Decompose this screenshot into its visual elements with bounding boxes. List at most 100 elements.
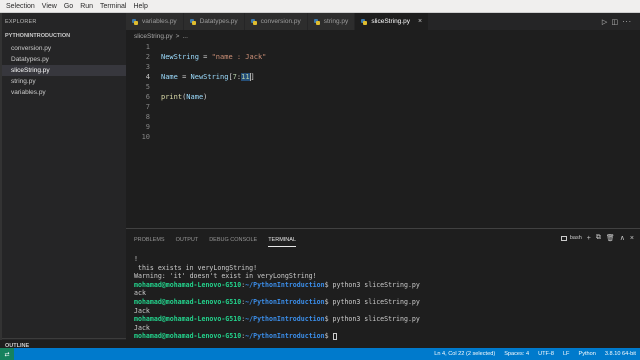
- code-line: 1: [126, 42, 640, 52]
- code-line: 5: [126, 82, 640, 92]
- token-variable: NewString: [161, 53, 199, 61]
- tab-label: Datatypes.py: [199, 18, 238, 25]
- breadcrumb-symbol[interactable]: ...: [182, 33, 187, 40]
- tab-string[interactable]: string.py: [307, 13, 356, 30]
- status-items: Ln 4, Col 22 (2 selected) Spaces: 4 UTF-…: [425, 351, 640, 357]
- line-number: 5: [145, 83, 150, 91]
- python-file-icon: [132, 18, 138, 25]
- tab-terminal[interactable]: TERMINAL: [268, 233, 296, 247]
- panel-actions: bash + ⧉ 🗑 ∧ ×: [560, 234, 634, 242]
- terminal-output-line: Warning: 'it' doesn't exist in veryLongS…: [134, 272, 317, 281]
- token-function: print: [161, 93, 183, 101]
- tab-debug-console[interactable]: DEBUG CONSOLE: [209, 233, 257, 247]
- prompt-path: ~/PythonIntroduction: [245, 280, 325, 289]
- python-file-icon: [250, 18, 257, 25]
- maximize-panel-icon[interactable]: ∧: [620, 234, 625, 242]
- prompt-user: mohamad@mohamad-Lenovo-G510: [134, 332, 242, 341]
- python-interpreter[interactable]: 3.8.10 64-bit: [605, 351, 636, 357]
- token-variable: Name: [161, 73, 178, 81]
- terminal-cursor: [332, 332, 337, 340]
- terminal-command-line: mohamad@mohamad-Lenovo-G510:~/PythonIntr…: [134, 315, 634, 324]
- command-text: python3 sliceString.py: [332, 315, 420, 324]
- explorer-sidebar: EXPLORER PYTHONINTRODUCTION conversion.p…: [2, 13, 126, 349]
- trash-icon[interactable]: 🗑: [606, 234, 615, 242]
- line-number: 9: [145, 123, 150, 131]
- editor-tab-bar: variables.py Datatypes.py conversion.py …: [126, 13, 640, 30]
- python-file-icon: [361, 18, 368, 25]
- tab-conversion[interactable]: conversion.py: [244, 13, 308, 30]
- line-number: 4: [145, 73, 150, 81]
- menu-run[interactable]: Run: [80, 3, 93, 10]
- code-line: 7: [126, 102, 640, 112]
- code-text: print(Name): [161, 93, 207, 101]
- prompt-path: ~/PythonIntroduction: [245, 332, 325, 341]
- token-bracket: ]: [250, 73, 255, 81]
- close-icon[interactable]: ×: [418, 18, 422, 25]
- code-line: 4 Name = NewString[7:11]: [126, 72, 640, 82]
- language-mode[interactable]: Python: [578, 351, 595, 357]
- line-number: 7: [145, 103, 150, 111]
- tab-problems[interactable]: PROBLEMS: [134, 233, 165, 247]
- terminal-output-line: !: [134, 255, 138, 263]
- tab-label: variables.py: [142, 18, 177, 25]
- tab-label: string.py: [323, 18, 349, 25]
- menu-go[interactable]: Go: [64, 3, 73, 10]
- file-item-string[interactable]: string.py: [2, 76, 126, 87]
- token-operator: =: [177, 73, 191, 81]
- split-terminal-icon[interactable]: ⧉: [596, 234, 601, 242]
- terminal-icon: [560, 235, 567, 241]
- terminal-command-line: mohamad@mohamad-Lenovo-G510:~/PythonIntr…: [134, 298, 634, 307]
- file-item-conversion[interactable]: conversion.py: [2, 43, 126, 54]
- tab-output[interactable]: OUTPUT: [176, 233, 199, 247]
- encoding[interactable]: UTF-8: [538, 351, 554, 357]
- tab-label: sliceString.py: [371, 18, 410, 25]
- panel-tabs: PROBLEMS OUTPUT DEBUG CONSOLE TERMINAL: [134, 233, 307, 247]
- code-editor[interactable]: 1 2 NewString = "name : Jack" 3 4 Name =…: [126, 42, 640, 226]
- shell-selector[interactable]: bash: [570, 235, 582, 241]
- line-number: 1: [145, 43, 150, 51]
- prompt-user: mohamad@mohamad-Lenovo-G510: [134, 297, 242, 306]
- menu-terminal[interactable]: Terminal: [100, 3, 126, 10]
- file-item-variables[interactable]: variables.py: [2, 87, 126, 98]
- token-variable: Name: [186, 93, 204, 101]
- line-ending[interactable]: LF: [563, 351, 570, 357]
- line-number: 8: [145, 113, 150, 121]
- prompt-symbol: $: [324, 315, 333, 324]
- prompt-symbol: $: [324, 280, 333, 289]
- prompt-user: mohamad@mohamad-Lenovo-G510: [134, 315, 242, 324]
- code-line: 6 print(Name): [126, 92, 640, 102]
- breadcrumb-file[interactable]: sliceString.py: [134, 33, 173, 40]
- remote-icon[interactable]: ⇄: [0, 348, 14, 360]
- breadcrumb-separator: >: [175, 32, 180, 40]
- terminal-output-line: ack: [134, 289, 146, 298]
- breadcrumb: sliceString.py > ...: [126, 30, 640, 42]
- file-list: conversion.py Datatypes.py sliceString.p…: [2, 43, 126, 98]
- terminal-output[interactable]: ! this exists in veryLongString! Warning:…: [134, 255, 634, 341]
- close-panel-icon[interactable]: ×: [630, 235, 634, 242]
- menu-view[interactable]: View: [42, 3, 57, 10]
- selected-text: 11: [241, 73, 250, 81]
- terminal-output-line: Jack: [134, 306, 150, 315]
- menu-help[interactable]: Help: [133, 3, 147, 10]
- editor-actions[interactable]: ▷ ◫ ···: [602, 13, 640, 30]
- cursor-position[interactable]: Ln 4, Col 22 (2 selected): [434, 351, 495, 357]
- add-terminal-icon[interactable]: +: [587, 235, 591, 242]
- line-number: 3: [145, 63, 150, 71]
- prompt-user: mohamad@mohamad-Lenovo-G510: [134, 280, 242, 289]
- token-paren: ): [203, 93, 208, 101]
- indentation[interactable]: Spaces: 4: [504, 351, 529, 357]
- explorer-title: EXPLORER: [5, 19, 37, 25]
- file-item-slicestring[interactable]: sliceString.py: [2, 65, 126, 76]
- prompt-path: ~/PythonIntroduction: [245, 297, 325, 306]
- code-line: 9: [126, 122, 640, 132]
- tab-datatypes[interactable]: Datatypes.py: [183, 13, 245, 30]
- menu-selection[interactable]: Selection: [6, 3, 35, 10]
- tab-slicestring[interactable]: sliceString.py ×: [355, 13, 430, 30]
- token-variable: NewString: [190, 73, 229, 81]
- code-text: Name = NewString[7:11]: [161, 73, 255, 81]
- file-item-datatypes[interactable]: Datatypes.py: [2, 54, 126, 65]
- code-line: 3: [126, 62, 640, 72]
- tab-variables[interactable]: variables.py: [126, 13, 184, 30]
- project-folder[interactable]: PYTHONINTRODUCTION: [2, 31, 126, 41]
- terminal-command-line: mohamad@mohamad-Lenovo-G510:~/PythonIntr…: [134, 281, 634, 290]
